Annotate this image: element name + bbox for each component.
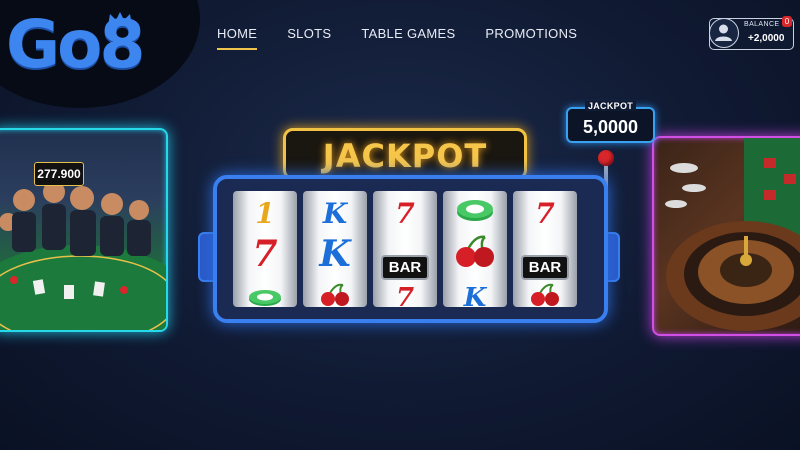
chip-icon: [233, 283, 297, 307]
reel-4: K: [443, 191, 507, 307]
jackpot-sign: JACKPOT: [283, 128, 527, 180]
blackjack-game-card[interactable]: 277.900: [0, 128, 168, 332]
jackpot-value: 5,0000: [582, 117, 639, 137]
symbol-bar: BAR: [373, 239, 437, 281]
reels: 1 7 K K 7 BAR 7 K 7 BAR: [233, 191, 577, 307]
symbol-one: 1: [255, 197, 275, 230]
bar-label: BAR: [380, 255, 430, 280]
crown-icon: [108, 12, 132, 26]
cherry-icon: [303, 283, 367, 307]
avatar[interactable]: [709, 18, 739, 48]
roulette-wheel-illustration: [665, 138, 800, 331]
jackpot-title: JACKPOT: [322, 137, 488, 175]
reel-5: 7 BAR: [513, 191, 577, 307]
symbol-seven: 7: [535, 197, 555, 230]
notification-badge[interactable]: 0: [782, 16, 792, 27]
main-nav: HOME SLOTS TABLE GAMES PROMOTIONS: [203, 24, 593, 50]
nav-slots[interactable]: SLOTS: [273, 24, 345, 50]
reel-2: K K: [303, 191, 367, 307]
symbol-seven: 7: [395, 283, 415, 307]
symbol-k: K: [322, 197, 348, 230]
table-score-sign: 277.900: [34, 162, 84, 186]
balance-value: +2,0000: [748, 33, 785, 44]
blackjack-players-illustration: [0, 181, 166, 330]
user-icon: [715, 24, 732, 41]
go8-logo[interactable]: Go8: [6, 4, 145, 84]
reel-1: 1 7: [233, 191, 297, 307]
balance-label: BALANCE: [744, 21, 780, 28]
chip-icon: [443, 197, 507, 230]
nav-table-games[interactable]: TABLE GAMES: [347, 24, 469, 50]
balance-widget[interactable]: BALANCE +2,0000 0: [709, 16, 794, 50]
symbol-k: K: [463, 283, 487, 307]
symbol-seven: 7: [252, 233, 278, 275]
roulette-game-card[interactable]: [652, 136, 800, 336]
symbol-k: K: [319, 233, 351, 275]
cherry-icon: [513, 283, 577, 307]
slot-machine[interactable]: 1 7 K K 7 BAR 7 K 7 BAR: [213, 175, 608, 323]
cherry-icon: [443, 233, 507, 278]
nav-home[interactable]: HOME: [203, 24, 271, 50]
jackpot-label: JACKPOT: [584, 101, 637, 111]
symbol-seven: 7: [395, 197, 415, 230]
reel-3: 7 BAR 7: [373, 191, 437, 307]
nav-promotions[interactable]: PROMOTIONS: [471, 24, 591, 50]
jackpot-amount-box: JACKPOT 5,0000: [566, 101, 655, 143]
machine-side-right: [606, 232, 620, 282]
bar-label: BAR: [520, 255, 570, 280]
lever-knob[interactable]: [598, 150, 614, 166]
symbol-bar: BAR: [513, 239, 577, 281]
